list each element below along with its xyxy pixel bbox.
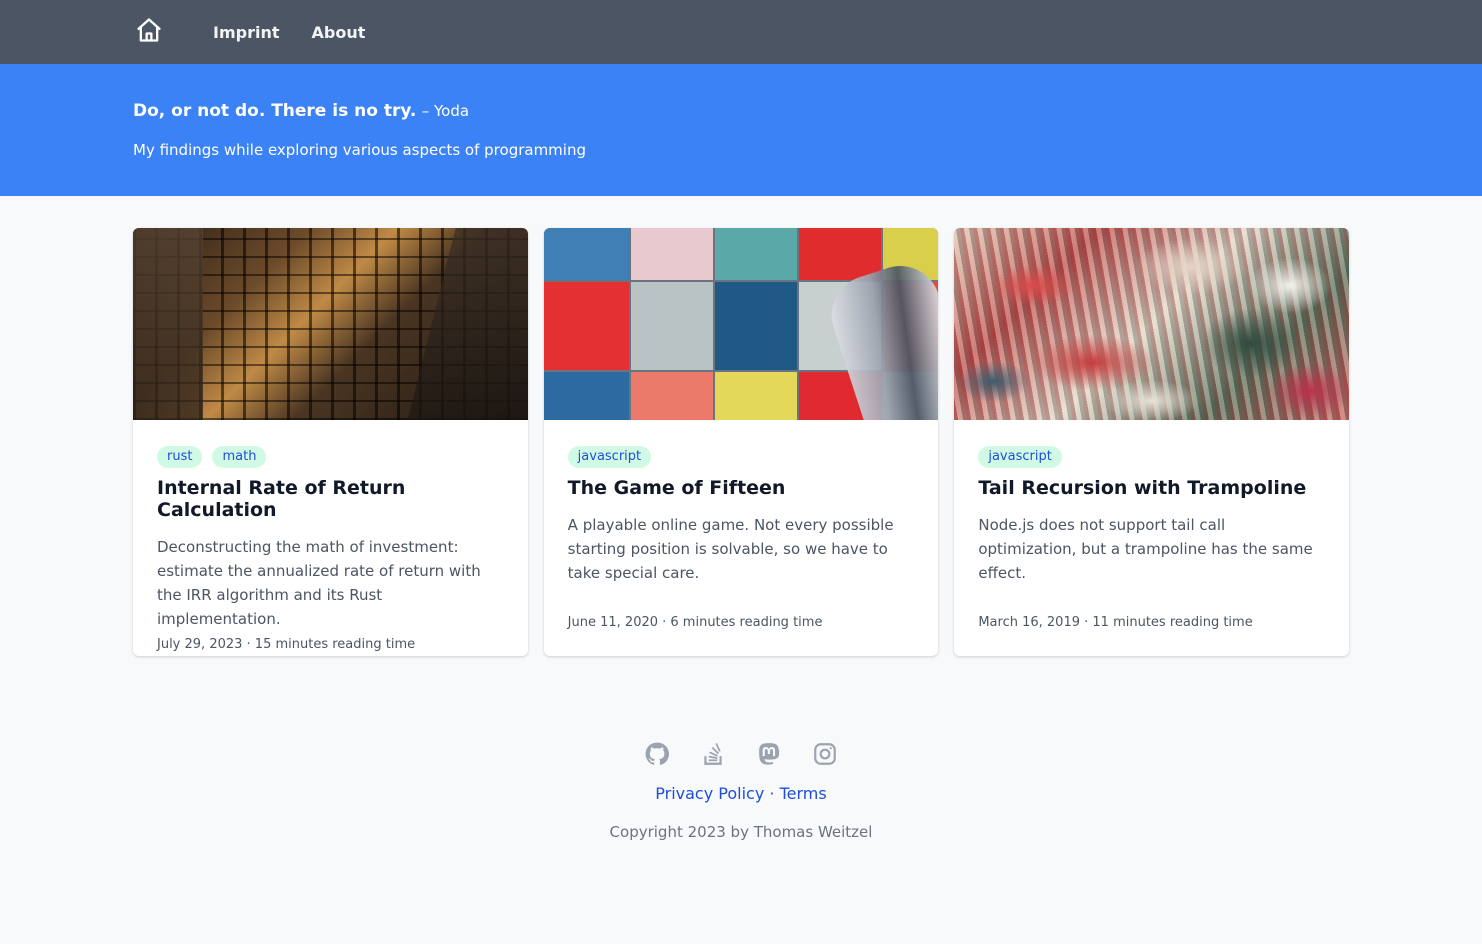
footer-separator: · <box>769 784 775 803</box>
nav-link-imprint[interactable]: Imprint <box>213 23 280 42</box>
post-description: A playable online game. Not every possib… <box>567 516 894 582</box>
top-navigation: Imprint About <box>0 0 1482 64</box>
instagram-icon[interactable] <box>811 740 839 768</box>
social-links <box>0 740 1482 768</box>
tag-math[interactable]: math <box>212 446 267 468</box>
post-title[interactable]: The Game of Fifteen <box>568 477 915 499</box>
post-list: rust math Internal Rate of Return Calcul… <box>0 196 1482 656</box>
post-title[interactable]: Tail Recursion with Trampoline <box>978 477 1325 499</box>
copyright: Copyright 2023 by Thomas Weitzel <box>609 823 873 841</box>
quote-text: Do, or not do. There is no try. <box>133 101 417 121</box>
hero-quote: Do, or not do. There is no try. – Yoda <box>133 100 1349 122</box>
terms-link[interactable]: Terms <box>780 784 827 803</box>
post-image-tiles[interactable] <box>543 228 939 420</box>
post-meta: June 11, 2020 · 6 minutes reading time <box>567 615 823 630</box>
tag-javascript[interactable]: javascript <box>978 446 1062 468</box>
post-title[interactable]: Internal Rate of Return Calculation <box>157 477 504 521</box>
post-tags: javascript <box>978 446 1325 468</box>
mastodon-icon[interactable] <box>755 740 783 768</box>
github-icon[interactable] <box>643 740 671 768</box>
post-card-body: javascript Tail Recursion with Trampolin… <box>954 420 1349 656</box>
post-card[interactable]: javascript Tail Recursion with Trampolin… <box>954 228 1350 656</box>
privacy-policy-link[interactable]: Privacy Policy <box>655 784 764 803</box>
home-link[interactable] <box>133 16 165 48</box>
post-card-body: javascript The Game of Fifteen A playabl… <box>544 420 939 656</box>
post-description: Node.js does not support tail call optim… <box>978 516 1313 582</box>
post-description: Deconstructing the math of investment: e… <box>157 538 481 628</box>
footer: Privacy Policy · Terms Copyright 2023 by… <box>0 740 1482 841</box>
nav-link-about[interactable]: About <box>312 23 366 42</box>
stackoverflow-icon[interactable] <box>699 740 727 768</box>
footer-links: Privacy Policy · Terms <box>0 784 1482 803</box>
post-image-building[interactable] <box>133 228 528 420</box>
post-card[interactable]: javascript The Game of Fifteen A playabl… <box>543 228 939 656</box>
tag-rust[interactable]: rust <box>157 446 203 468</box>
hero-banner: Do, or not do. There is no try. – Yoda M… <box>0 64 1482 196</box>
home-icon <box>135 16 163 48</box>
post-image-paint[interactable] <box>954 228 1350 420</box>
post-tags: rust math <box>157 446 504 468</box>
tag-javascript[interactable]: javascript <box>567 446 652 468</box>
post-card[interactable]: rust math Internal Rate of Return Calcul… <box>133 228 528 656</box>
quote-author: – Yoda <box>421 102 470 120</box>
hero-tagline: My findings while exploring various aspe… <box>133 141 586 159</box>
post-meta: July 29, 2023 · 15 minutes reading time <box>157 637 416 652</box>
post-card-body: rust math Internal Rate of Return Calcul… <box>133 420 528 656</box>
post-tags: javascript <box>567 446 915 468</box>
post-meta: March 16, 2019 · 11 minutes reading time <box>978 615 1253 630</box>
